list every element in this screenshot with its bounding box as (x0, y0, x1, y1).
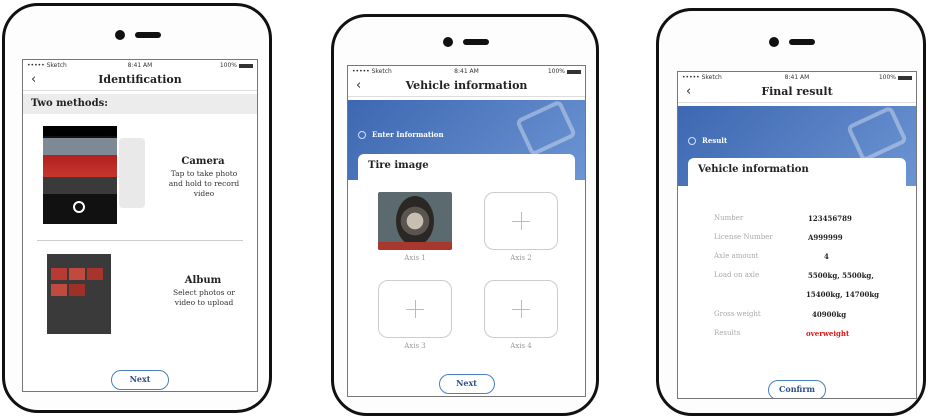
axis-2-label: Axis 2 (510, 254, 532, 262)
mudguard (378, 242, 452, 250)
result-value: 40900kg (812, 310, 847, 319)
plus-icon-stroke (521, 212, 522, 230)
nav-bar: ‹ Final result (678, 82, 916, 103)
status-battery: 100% (220, 62, 253, 69)
status-bar: ••••• Sketch 8:41 AM 100% (678, 72, 916, 82)
camera-dot (769, 37, 779, 47)
screen-vehicle-information: ••••• Sketch 8:41 AM 100% ‹ Vehicle info… (347, 65, 586, 397)
result-row: Axle amount 4 (678, 252, 916, 268)
step-circle-icon (688, 136, 696, 145)
nav-bar: ‹ Vehicle information (348, 76, 585, 97)
status-battery: 100% (879, 74, 912, 81)
result-key: Gross weight (714, 310, 761, 318)
result-key: License Number (714, 233, 773, 241)
banner-step: Result (688, 136, 727, 145)
next-button[interactable]: Next (438, 374, 495, 394)
album-option[interactable]: Album Select photos or video to upload (23, 248, 257, 338)
tire-image-card: Tire image Axis 1 Axis 2 Axis 3 Axis 4 (358, 154, 575, 396)
confirm-button[interactable]: Confirm (768, 380, 826, 398)
speaker-slot (463, 39, 489, 45)
result-row: Gross weight 40900kg (678, 310, 916, 326)
result-value: 123456789 (808, 214, 852, 223)
screen-identification: ••••• Sketch 8:41 AM 100% ‹ Identificati… (22, 59, 258, 392)
camera-dot (443, 37, 453, 47)
phone-frame-identification: ••••• Sketch 8:41 AM 100% ‹ Identificati… (2, 3, 272, 413)
status-bar: ••••• Sketch 8:41 AM 100% (348, 66, 585, 76)
plus-icon-stroke (521, 300, 522, 318)
nav-bar: ‹ Identification (23, 70, 257, 91)
banner-illustration-icon (514, 100, 578, 157)
phone-frame-vehicle-information: ••••• Sketch 8:41 AM 100% ‹ Vehicle info… (331, 14, 599, 416)
camera-preview-image (43, 126, 117, 224)
battery-icon (898, 75, 912, 80)
page-title: Final result (761, 85, 833, 98)
next-button[interactable]: Next (111, 370, 169, 390)
album-thumb-5 (69, 284, 85, 296)
page-title: Identification (98, 73, 182, 86)
result-table: Number 123456789 License Number A999999 Ax… (678, 214, 916, 364)
screen-final-result: ••••• Sketch 8:41 AM 100% ‹ Final result… (677, 71, 917, 399)
axis-3-label: Axis 3 (404, 342, 426, 350)
step-circle-icon (358, 130, 366, 139)
axis-3-add[interactable] (378, 280, 452, 338)
banner-label: Enter Information (372, 130, 444, 139)
speaker-slot (135, 32, 161, 38)
shutter-icon[interactable] (73, 201, 85, 213)
camera-title: Camera (181, 156, 225, 167)
banner-illustration-icon (845, 106, 909, 163)
result-value: A999999 (808, 233, 843, 242)
speaker-slot (789, 39, 815, 45)
album-thumb-1 (51, 268, 67, 280)
album-description: Select photos or video to upload (172, 288, 236, 307)
result-row: License Number A999999 (678, 233, 916, 249)
album-thumb-4 (51, 284, 67, 296)
camera-description: Tap to take photo and hold to record vid… (168, 169, 240, 198)
truck-photo (43, 138, 117, 194)
camera-side-panel (119, 138, 145, 208)
axis-1-label: Axis 1 (404, 254, 426, 262)
banner-step: Enter Information (358, 130, 444, 139)
result-key: Number (714, 214, 744, 222)
album-title: Album (184, 275, 222, 286)
album-thumb-2 (69, 268, 85, 280)
phone-frame-final-result: ••••• Sketch 8:41 AM 100% ‹ Final result… (656, 8, 926, 416)
camera-topbar (43, 126, 117, 136)
card-title: Tire image (368, 160, 429, 171)
card-title: Vehicle information (698, 164, 809, 175)
axis-4-label: Axis 4 (510, 342, 532, 350)
result-row: Results overweight (678, 329, 916, 345)
axis-1-photo[interactable] (378, 192, 452, 250)
camera-dot (115, 30, 125, 40)
battery-icon (567, 69, 581, 74)
section-header: Two methods: (23, 94, 257, 114)
status-battery: 100% (548, 68, 581, 75)
result-key: Results (714, 329, 741, 337)
plus-icon-stroke (415, 300, 416, 318)
status-bar: ••••• Sketch 8:41 AM 100% (23, 60, 257, 70)
album-preview-image (47, 254, 111, 334)
divider (37, 240, 243, 241)
album-thumb-3 (87, 268, 103, 280)
battery-icon (239, 63, 253, 68)
tire-photo (396, 196, 434, 246)
result-key: Load on axle (714, 271, 760, 279)
axis-2-add[interactable] (484, 192, 558, 250)
camera-option[interactable]: Camera Tap to take photo and hold to rec… (23, 118, 257, 236)
result-value: 15400kg, 14700kg (806, 290, 880, 299)
banner-label: Result (702, 136, 728, 145)
result-row: 15400kg, 14700kg (678, 290, 916, 306)
axis-4-add[interactable] (484, 280, 558, 338)
result-status-value: overweight (806, 329, 850, 338)
page-title: Vehicle information (405, 79, 528, 92)
result-value: 5500kg, 5500kg, (808, 271, 874, 280)
result-value: 4 (824, 252, 829, 261)
result-row: Number 123456789 (678, 214, 916, 230)
result-row: Load on axle 5500kg, 5500kg, (678, 271, 916, 287)
result-key: Axle amount (714, 252, 759, 260)
